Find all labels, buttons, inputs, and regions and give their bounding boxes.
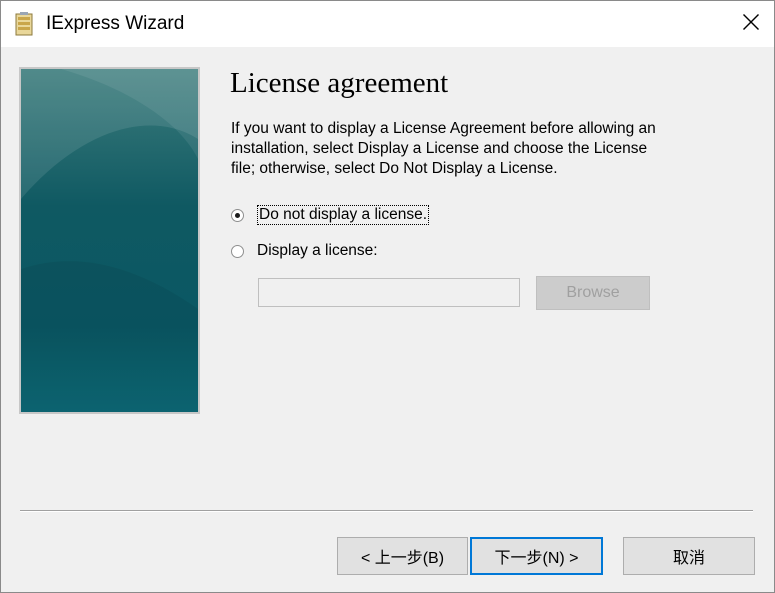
- no-license-option[interactable]: Do not display a license.: [231, 204, 430, 226]
- license-file-field[interactable]: [258, 278, 520, 307]
- installer-package-icon: [15, 12, 33, 36]
- display-license-option[interactable]: Display a license:: [231, 240, 378, 262]
- display-license-radio[interactable]: [231, 244, 244, 258]
- wizard-side-banner: [19, 67, 200, 414]
- browse-button[interactable]: Browse: [536, 276, 650, 310]
- page-description: If you want to display a License Agreeme…: [231, 120, 656, 177]
- page-title: License agreement: [230, 67, 449, 99]
- back-button[interactable]: < 上一步(B): [337, 537, 468, 575]
- no-license-radio[interactable]: [231, 208, 244, 222]
- iexpress-wizard-window: IExpress Wizard License agreement If you…: [0, 0, 775, 593]
- cancel-button[interactable]: 取消: [623, 537, 755, 575]
- title-bar[interactable]: IExpress Wizard: [1, 1, 774, 47]
- window-title: IExpress Wizard: [46, 13, 185, 34]
- close-button[interactable]: [728, 1, 774, 47]
- no-license-label: Do not display a license.: [257, 205, 430, 225]
- display-license-label: Display a license:: [257, 242, 378, 259]
- next-button[interactable]: 下一步(N) >: [470, 537, 603, 575]
- close-icon: [742, 13, 760, 36]
- footer-divider: [20, 510, 753, 512]
